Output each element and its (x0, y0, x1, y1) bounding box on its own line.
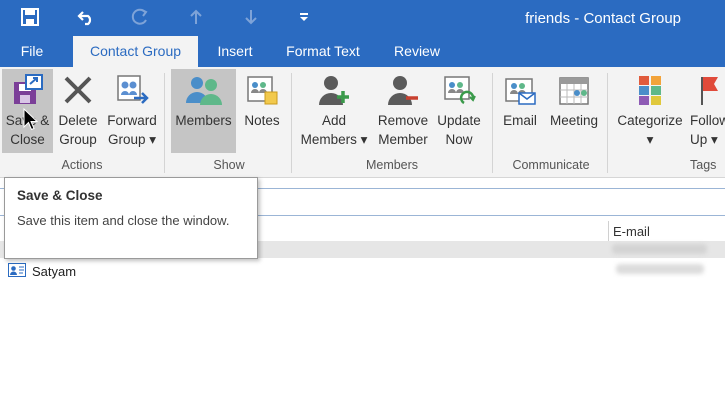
remove-person-icon (374, 69, 432, 111)
categorize-button[interactable]: Categorize ▾ (614, 69, 686, 153)
tab-review[interactable]: Review (384, 36, 450, 67)
blurred-email (612, 244, 707, 254)
notes-label: Notes (244, 113, 280, 128)
email-column-header[interactable]: E-mail (613, 224, 650, 239)
flag-icon (690, 69, 725, 111)
customize-toolbar-icon[interactable] (293, 6, 315, 28)
delete-group-button[interactable]: Delete Group (55, 69, 101, 153)
meeting-button[interactable]: Meeting (545, 69, 603, 153)
save-close-icon (2, 69, 53, 111)
remove-member-label-2: Member (378, 132, 428, 147)
group-label-communicate: Communicate (512, 158, 590, 172)
tab-file[interactable]: File (10, 36, 54, 67)
delete-x-icon (55, 69, 101, 111)
categorize-dropdown-arrow: ▾ (646, 132, 654, 147)
column-separator (608, 221, 609, 241)
down-arrow-icon[interactable] (240, 6, 262, 28)
undo-icon[interactable] (75, 6, 97, 28)
follow-up-label-2: Up ▾ (690, 132, 718, 147)
categorize-icon (614, 69, 686, 111)
group-label-actions: Actions (61, 158, 103, 172)
title-bar: friends - Contact Group (0, 0, 725, 36)
redo-icon[interactable] (129, 6, 151, 28)
group-label-members: Members (365, 158, 419, 172)
members-button[interactable]: Members (171, 69, 236, 153)
update-icon (434, 69, 484, 111)
delete-group-label-2: Group (59, 132, 97, 147)
blurred-email (616, 264, 704, 274)
ribbon-separator (291, 73, 292, 173)
update-now-label-1: Update (437, 113, 481, 128)
members-icon (171, 69, 236, 111)
forward-group-label-1: Forward (107, 113, 157, 128)
notes-button[interactable]: Notes (240, 69, 284, 153)
contact-card-icon (8, 262, 26, 280)
add-person-icon (299, 69, 369, 111)
meeting-calendar-icon (545, 69, 603, 111)
remove-member-label-1: Remove (377, 113, 429, 128)
add-members-button[interactable]: Add Members ▾ (299, 69, 369, 153)
update-now-label-2: Now (445, 132, 473, 147)
member-name: Satyam (32, 263, 77, 279)
follow-up-label-1: Follow (690, 113, 725, 128)
follow-up-button[interactable]: Follow Up ▾ (690, 69, 725, 153)
group-label-tags: Tags (690, 158, 717, 172)
email-icon (499, 69, 541, 111)
window-title: friends - Contact Group (525, 10, 681, 27)
add-members-label-1: Add (321, 113, 347, 128)
forward-group-icon (103, 69, 161, 111)
forward-group-button[interactable]: Forward Group ▾ (103, 69, 161, 153)
tooltip-body: Save this item and close the window. (17, 213, 230, 228)
ribbon-tabs: File Contact Group Insert Format Text Re… (0, 36, 725, 67)
update-now-button[interactable]: Update Now (434, 69, 484, 153)
save-close-tooltip: Save & Close Save this item and close th… (4, 177, 258, 259)
notes-icon (240, 69, 284, 111)
group-label-show: Show (213, 158, 245, 172)
tab-contact-group[interactable]: Contact Group (73, 36, 198, 67)
categorize-label: Categorize (617, 113, 683, 128)
forward-group-label-2: Group ▾ (107, 132, 157, 147)
remove-member-button[interactable]: Remove Member (374, 69, 432, 153)
ribbon-separator (607, 73, 608, 173)
tooltip-title: Save & Close (17, 188, 103, 203)
tab-format-text[interactable]: Format Text (274, 36, 372, 67)
ribbon-separator (164, 73, 165, 173)
delete-group-label-1: Delete (58, 113, 98, 128)
ribbon-separator (492, 73, 493, 173)
tab-insert[interactable]: Insert (205, 36, 265, 67)
ribbon: Save & Close Delete Group Forward Group … (0, 67, 725, 178)
save-icon[interactable] (19, 6, 41, 28)
meeting-label: Meeting (549, 113, 599, 128)
list-item[interactable]: Satyam (8, 262, 76, 280)
email-label: Email (503, 113, 537, 128)
mouse-cursor (23, 107, 39, 135)
email-button[interactable]: Email (499, 69, 541, 153)
add-members-label-2: Members ▾ (300, 132, 368, 147)
members-label: Members (175, 113, 232, 128)
up-arrow-icon[interactable] (185, 6, 207, 28)
